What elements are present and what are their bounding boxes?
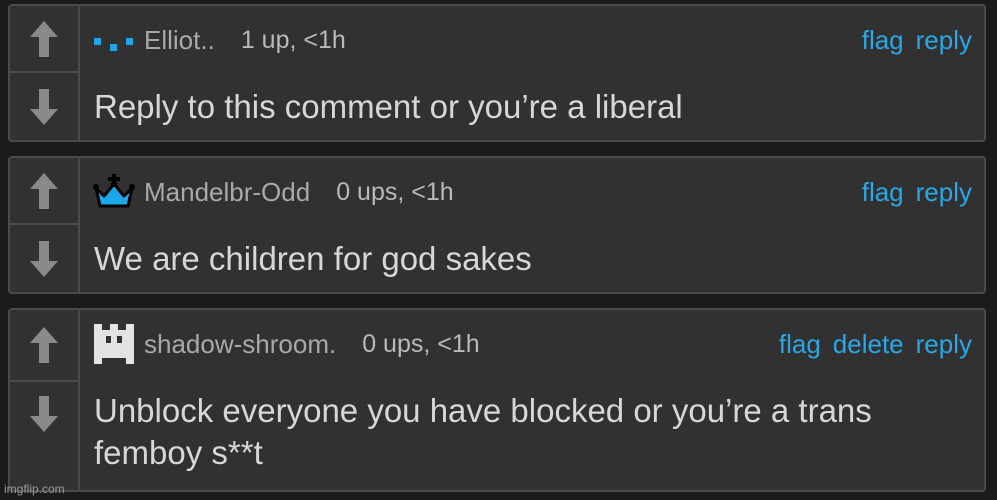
delete-link[interactable]: delete bbox=[833, 329, 904, 360]
comment-actions: flag delete reply bbox=[779, 329, 972, 360]
arrow-up-icon bbox=[30, 327, 58, 363]
comment-text: Unblock everyone you have blocked or you… bbox=[94, 392, 872, 471]
upvote-button[interactable] bbox=[10, 6, 78, 73]
vote-column bbox=[10, 158, 80, 292]
crown-icon[interactable] bbox=[90, 170, 140, 214]
comment-header: shadow-shroom. 0 ups, <1h flag delete re… bbox=[90, 322, 972, 366]
comment-text: We are children for god sakes bbox=[94, 240, 532, 277]
upvote-button[interactable] bbox=[10, 158, 78, 225]
arrow-down-icon bbox=[30, 88, 58, 125]
arrow-up-icon bbox=[30, 20, 58, 57]
downvote-button[interactable] bbox=[10, 73, 78, 140]
reply-link[interactable]: reply bbox=[916, 177, 972, 208]
reply-link[interactable]: reply bbox=[916, 329, 972, 360]
arrow-down-icon bbox=[30, 396, 58, 432]
comment-actions: flag reply bbox=[862, 25, 972, 56]
downvote-button[interactable] bbox=[10, 225, 78, 292]
flag-link[interactable]: flag bbox=[862, 25, 904, 56]
comment-card: Elliot.. 1 up, <1h flag reply Reply to t… bbox=[8, 4, 986, 142]
flag-link[interactable]: flag bbox=[862, 177, 904, 208]
comment-card: shadow-shroom. 0 ups, <1h flag delete re… bbox=[8, 308, 986, 492]
comment-meta: 0 ups, <1h bbox=[336, 177, 454, 206]
arrow-down-icon bbox=[30, 240, 58, 277]
arrow-up-icon bbox=[30, 172, 58, 209]
vote-column bbox=[10, 6, 80, 140]
username-link[interactable]: Mandelbr-Odd bbox=[144, 177, 310, 208]
upvote-button[interactable] bbox=[10, 310, 78, 382]
comment-meta: 0 ups, <1h bbox=[362, 329, 480, 358]
username-link[interactable]: Elliot.. bbox=[144, 25, 215, 56]
comment-text: Reply to this comment or you’re a libera… bbox=[94, 88, 683, 125]
pixel-mask-icon[interactable] bbox=[90, 322, 140, 366]
downvote-button[interactable] bbox=[10, 382, 78, 446]
watermark: imgflip.com bbox=[4, 482, 65, 496]
comment-card: Mandelbr-Odd 0 ups, <1h flag reply We ar… bbox=[8, 156, 986, 294]
comment-header: Elliot.. 1 up, <1h flag reply bbox=[90, 18, 972, 62]
vote-column bbox=[10, 310, 80, 490]
reply-link[interactable]: reply bbox=[916, 25, 972, 56]
comment-actions: flag reply bbox=[862, 177, 972, 208]
comment-header: Mandelbr-Odd 0 ups, <1h flag reply bbox=[90, 170, 972, 214]
blue-dots-icon[interactable] bbox=[90, 18, 140, 62]
flag-link[interactable]: flag bbox=[779, 329, 821, 360]
comment-meta: 1 up, <1h bbox=[240, 25, 346, 54]
username-link[interactable]: shadow-shroom. bbox=[144, 329, 336, 360]
